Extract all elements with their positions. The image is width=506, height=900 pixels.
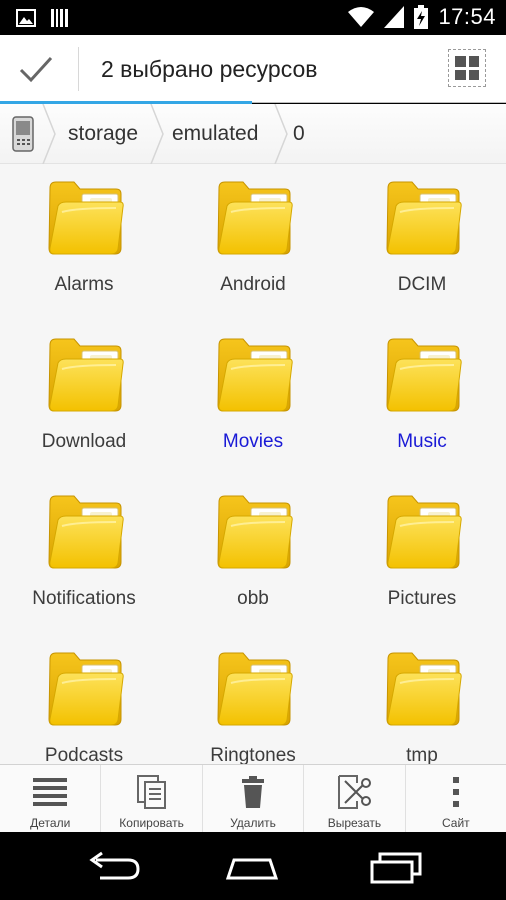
folder-grid: Alarms Android DCIM Download Movies Musi… xyxy=(0,164,506,764)
folder-tile[interactable]: DCIM xyxy=(338,170,506,326)
cut-button[interactable]: Вырезать xyxy=(304,765,406,832)
folder-label: tmp xyxy=(406,745,438,764)
folder-label: Podcasts xyxy=(44,745,124,764)
folder-tile[interactable]: Android xyxy=(169,170,337,326)
phone-device-icon[interactable] xyxy=(12,116,34,152)
trash-icon xyxy=(242,776,265,808)
home-icon[interactable] xyxy=(222,850,282,884)
recent-apps-icon[interactable] xyxy=(366,850,426,884)
folder-tile[interactable]: Ringtones xyxy=(169,641,337,764)
delete-button[interactable]: Удалить xyxy=(203,765,305,832)
folder-tile[interactable]: Music xyxy=(338,327,506,483)
wifi-icon xyxy=(348,7,375,27)
checkmark-icon[interactable] xyxy=(18,53,54,85)
breadcrumb-item-emulated[interactable]: emulated xyxy=(172,122,258,146)
folder-label: Notifications xyxy=(32,588,136,609)
folder-tile[interactable]: Movies xyxy=(169,327,337,483)
bottom-action-toolbar: Детали Копировать Удалить Вырезать Сайт xyxy=(0,764,506,832)
cut-label: Вырезать xyxy=(327,816,382,830)
folder-icon xyxy=(386,652,462,726)
navigation-bar xyxy=(0,832,506,900)
action-bar: 2 выбрано ресурсов xyxy=(0,35,506,103)
folder-icon xyxy=(217,495,293,569)
folder-icon xyxy=(386,495,462,569)
folder-icon xyxy=(217,652,293,726)
folder-tile[interactable]: tmp xyxy=(338,641,506,764)
folder-tile[interactable]: Pictures xyxy=(338,484,506,640)
copy-icon xyxy=(136,775,166,809)
folder-icon xyxy=(48,495,124,569)
breadcrumb-item-0[interactable]: 0 xyxy=(293,122,305,146)
folder-label: Pictures xyxy=(387,588,457,609)
details-label: Детали xyxy=(30,816,71,830)
back-icon[interactable] xyxy=(82,850,142,884)
folder-label: Movies xyxy=(222,431,284,452)
folder-label: Android xyxy=(220,274,286,295)
folder-label: obb xyxy=(237,588,269,609)
folder-label: Download xyxy=(41,431,127,452)
folder-icon xyxy=(217,338,293,412)
site-button[interactable]: Сайт xyxy=(406,765,506,832)
breadcrumb-separator xyxy=(150,104,164,164)
breadcrumb-item-storage[interactable]: storage xyxy=(68,122,138,146)
copy-button[interactable]: Копировать xyxy=(101,765,203,832)
folder-tile[interactable]: Download xyxy=(0,327,168,483)
breadcrumb-separator xyxy=(274,104,288,164)
clock: 17:54 xyxy=(438,4,496,29)
list-icon xyxy=(33,778,68,806)
site-label: Сайт xyxy=(441,816,470,830)
barcode-notification-icon xyxy=(51,9,68,27)
folder-tile[interactable]: Podcasts xyxy=(0,641,168,764)
action-bar-divider xyxy=(78,47,79,91)
image-notification-icon xyxy=(16,9,36,27)
folder-tile[interactable]: Notifications xyxy=(0,484,168,640)
grid-view-icon[interactable] xyxy=(448,49,486,87)
folder-tile[interactable]: obb xyxy=(169,484,337,640)
status-bar: 17:54 xyxy=(0,0,506,35)
folder-icon xyxy=(48,181,124,255)
folder-label: Alarms xyxy=(54,274,114,295)
cut-scissors-icon xyxy=(338,775,372,809)
signal-icon xyxy=(384,6,405,28)
copy-label: Копировать xyxy=(119,816,184,830)
details-button[interactable]: Детали xyxy=(0,765,102,832)
folder-icon xyxy=(386,338,462,412)
folder-label: Ringtones xyxy=(210,745,296,764)
selection-count-title: 2 выбрано ресурсов xyxy=(101,56,318,82)
folder-icon xyxy=(48,338,124,412)
progress-track xyxy=(252,102,506,103)
breadcrumb-separator xyxy=(42,104,56,164)
overflow-menu-icon xyxy=(452,777,459,807)
folder-icon xyxy=(48,652,124,726)
breadcrumb: storage emulated 0 xyxy=(0,104,506,164)
folder-icon xyxy=(217,181,293,255)
folder-label: DCIM xyxy=(397,274,447,295)
battery-charging-icon xyxy=(414,5,429,29)
folder-label: Music xyxy=(397,431,447,452)
delete-label: Удалить xyxy=(230,816,276,830)
folder-icon xyxy=(386,181,462,255)
folder-tile[interactable]: Alarms xyxy=(0,170,168,326)
